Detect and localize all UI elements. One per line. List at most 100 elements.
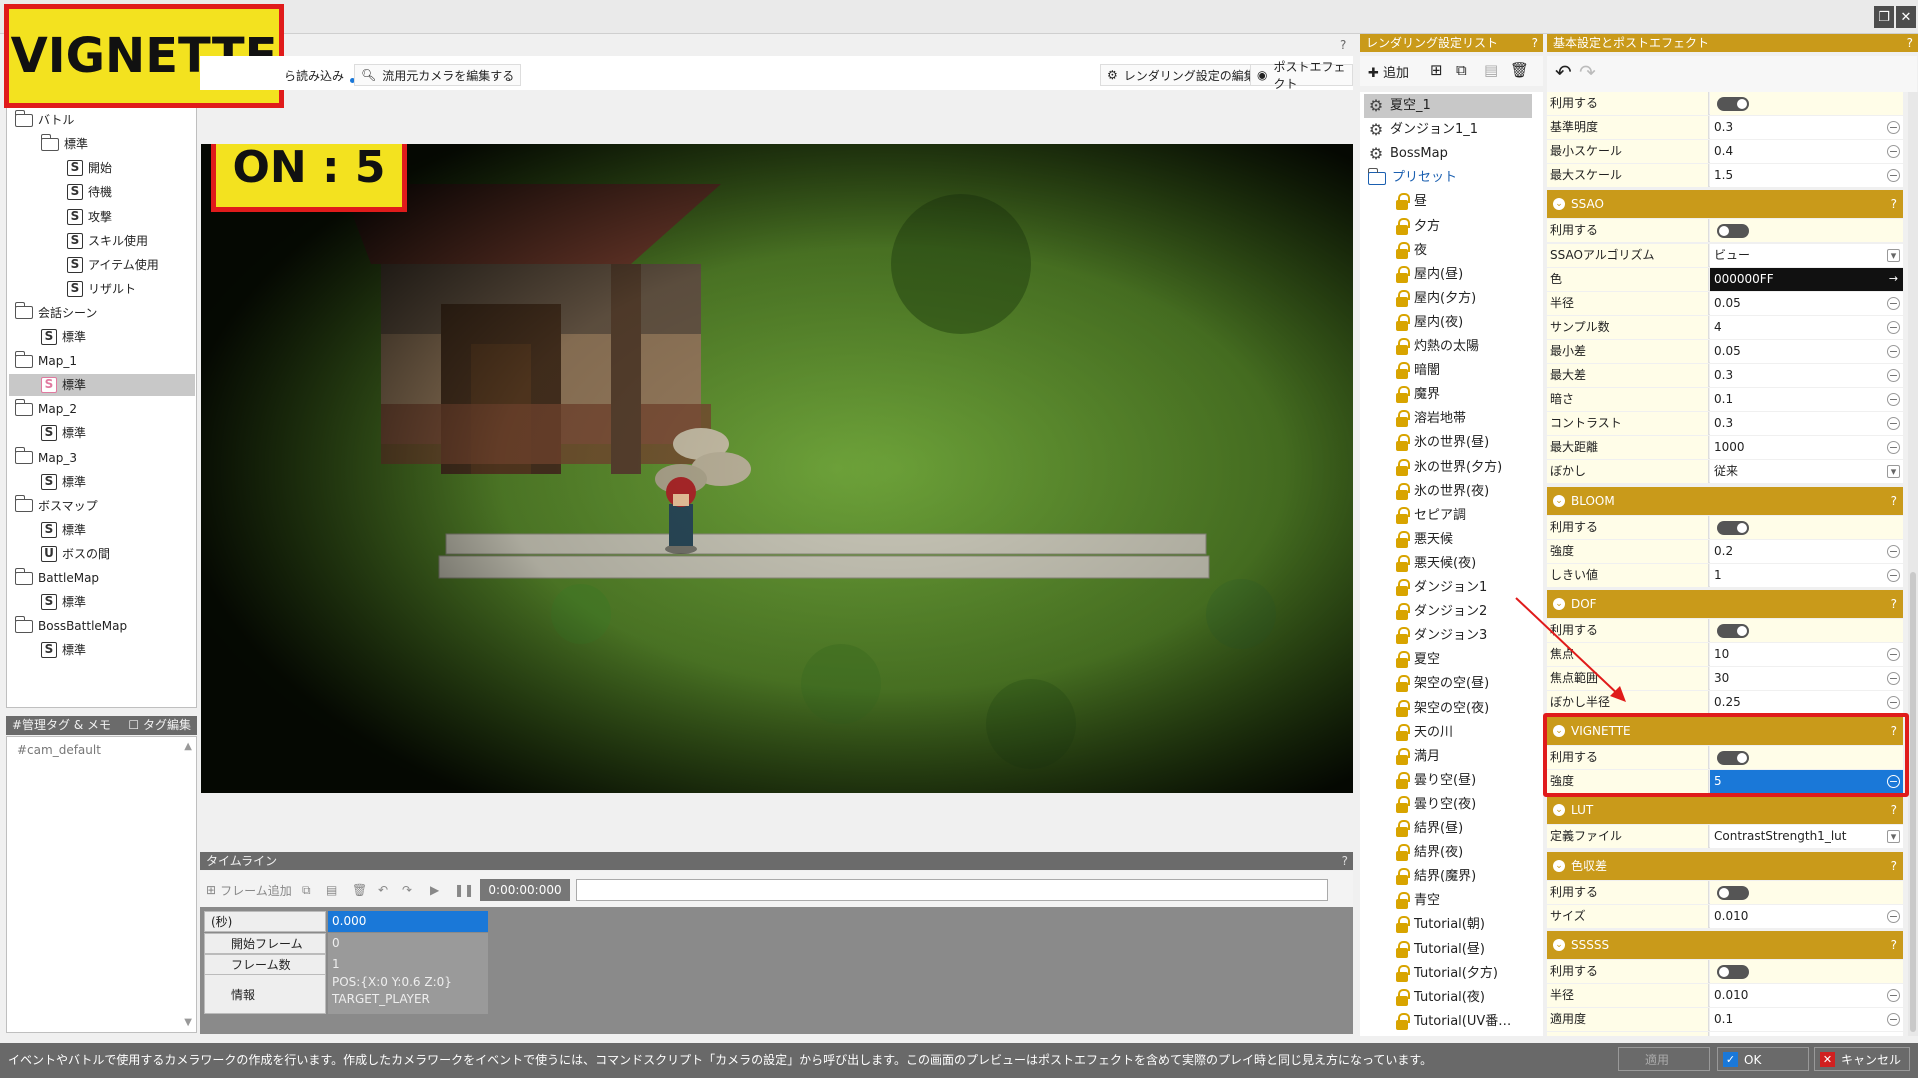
minus-icon[interactable]: −	[1887, 121, 1900, 135]
rendering-item[interactable]: 魔界	[1396, 383, 1440, 407]
rendering-item[interactable]: 溶岩地帯	[1396, 407, 1466, 431]
copy-icon[interactable]: ⧉	[302, 879, 311, 901]
scroll-down-icon[interactable]: ▼	[184, 1017, 192, 1028]
rendering-item[interactable]: 結界(魔界)	[1396, 865, 1476, 889]
close-icon[interactable]: ✕	[1896, 6, 1916, 28]
property-value[interactable]: 4−	[1710, 315, 1903, 339]
toggle-switch[interactable]	[1717, 520, 1749, 535]
minus-icon[interactable]: −	[1887, 393, 1900, 407]
preview-viewport[interactable]: ON : 5	[201, 144, 1353, 793]
tree-node[interactable]: S リザルト	[67, 278, 136, 300]
post-effect-button[interactable]: ◉ ポストエフェクト	[1250, 60, 1353, 91]
minus-icon[interactable]: −	[1887, 647, 1900, 661]
tree-node[interactable]: S 標準	[41, 422, 86, 444]
property-value[interactable]: 10 −	[1710, 642, 1903, 666]
minus-icon[interactable]: −	[1887, 909, 1900, 923]
rendering-item[interactable]: 架空の空(夜)	[1396, 697, 1489, 721]
rendering-item[interactable]: ⚙ BossMap	[1368, 142, 1448, 166]
minus-icon[interactable]: −	[1887, 1012, 1900, 1026]
tree-node[interactable]: 会話シーン	[14, 302, 97, 324]
rendering-item[interactable]: プリセット	[1367, 166, 1457, 190]
undo-icon[interactable]: ↶	[1555, 60, 1572, 84]
timeline-row-value[interactable]: 0	[328, 933, 488, 954]
help-icon[interactable]: ?	[1342, 852, 1348, 870]
rendering-item[interactable]: 灼熱の太陽	[1396, 335, 1479, 359]
minus-icon[interactable]: −	[1887, 441, 1900, 455]
rendering-item[interactable]: 暗闇	[1396, 359, 1440, 383]
property-value[interactable]: 0.010 −	[1710, 983, 1903, 1007]
ok-button[interactable]: ✓ OK	[1717, 1047, 1809, 1071]
property-value[interactable]	[1710, 515, 1903, 539]
rendering-item[interactable]: 夜	[1396, 239, 1427, 263]
rendering-item[interactable]: Tutorial(夕方)	[1396, 962, 1498, 986]
tree-node[interactable]: BattleMap	[14, 567, 99, 589]
property-value[interactable]	[1710, 618, 1903, 642]
rendering-item[interactable]: 曇り空(夜)	[1396, 793, 1476, 817]
property-value[interactable]	[1710, 959, 1903, 983]
restore-icon[interactable]: ❐	[1874, 6, 1894, 28]
new-icon[interactable]: ⊞	[1430, 61, 1443, 79]
copy-icon[interactable]: ⧉	[1456, 61, 1467, 79]
rendering-item[interactable]: 夏空	[1396, 648, 1440, 672]
edit-source-camera-button[interactable]: 🔍︎ 流用元カメラを編集する	[354, 64, 522, 86]
timeline-track[interactable]	[576, 879, 1328, 901]
group-header-ssao[interactable]: ⌄ SSAO?	[1547, 187, 1903, 219]
rendering-item[interactable]: 氷の世界(昼)	[1396, 431, 1489, 455]
rendering-item[interactable]: 満月	[1396, 745, 1440, 769]
property-value[interactable]: 従来 ▾	[1710, 460, 1903, 484]
property-value[interactable]: 000000FF →	[1710, 267, 1903, 291]
property-value[interactable]: 1.5 −	[1710, 164, 1903, 188]
property-value[interactable]: 0.3 −	[1710, 412, 1903, 436]
property-value[interactable]	[1710, 219, 1903, 243]
property-value[interactable]: 4−	[1710, 1032, 1903, 1036]
rendering-item[interactable]: 天の川	[1396, 721, 1453, 745]
play-icon[interactable]: ▶	[430, 879, 439, 901]
tree-node[interactable]: 標準	[40, 133, 88, 155]
cancel-button[interactable]: ✕ キャンセル	[1814, 1047, 1910, 1071]
rendering-item[interactable]: 屋内(夜)	[1396, 311, 1463, 335]
rendering-item[interactable]: 結界(昼)	[1396, 817, 1463, 841]
property-value[interactable]	[1710, 880, 1903, 904]
rendering-item[interactable]: 結界(夜)	[1396, 841, 1463, 865]
timeline-row-value[interactable]: 1	[328, 954, 488, 975]
property-value[interactable]: 0.25 −	[1710, 691, 1903, 715]
tree-node[interactable]: S 標準	[41, 374, 86, 396]
rendering-item[interactable]: 悪天候(夜)	[1396, 552, 1476, 576]
timeline-row[interactable]: 開始フレーム 0	[204, 933, 488, 954]
group-header-sssss[interactable]: ⌄ SSSSS?	[1547, 928, 1903, 959]
tree-node[interactable]: バトル	[14, 109, 74, 131]
help-icon[interactable]: ?	[1891, 487, 1897, 515]
property-value[interactable]: 0.3 −	[1710, 116, 1903, 140]
scroll-up-icon[interactable]: ▲	[184, 741, 192, 752]
minus-icon[interactable]: −	[1887, 344, 1900, 358]
rendering-item[interactable]: 氷の世界(夜)	[1396, 480, 1489, 504]
tree-node[interactable]: U ボスの間	[41, 543, 110, 565]
timeline-row[interactable]: (秒) 0.000	[204, 911, 488, 932]
group-header-lut[interactable]: ⌄ LUT?	[1547, 793, 1903, 825]
group-header-色収差[interactable]: ⌄ 色収差?	[1547, 849, 1903, 880]
tree-node[interactable]: S 標準	[41, 471, 86, 493]
property-value[interactable]: 0.4 −	[1710, 140, 1903, 164]
help-icon[interactable]: ?	[1891, 590, 1897, 618]
property-value[interactable]: 0.1 −	[1710, 1007, 1903, 1031]
property-value[interactable]: 0.3 −	[1710, 364, 1903, 387]
property-value[interactable]: 0.1 −	[1710, 388, 1903, 412]
timeline-row-value[interactable]: 0.000	[328, 911, 488, 932]
rendering-item[interactable]: ダンジョン3	[1396, 624, 1487, 648]
add-frame-button[interactable]: ⊞ フレーム追加	[206, 879, 292, 901]
property-value[interactable]: 1−	[1710, 563, 1903, 587]
property-value[interactable]: ビュー ▾	[1710, 243, 1903, 267]
dropdown-icon[interactable]: ▾	[1887, 465, 1900, 479]
tree-node[interactable]: S 標準	[41, 591, 86, 613]
redo-icon[interactable]: ↷	[1579, 60, 1596, 84]
tree-node[interactable]: S 開始	[67, 157, 112, 179]
help-icon[interactable]: ?	[1891, 190, 1897, 218]
group-header-bloom[interactable]: ⌄ BLOOM?	[1547, 484, 1903, 515]
paste-icon[interactable]: ▤	[1484, 61, 1498, 79]
apply-button[interactable]: 適用	[1618, 1047, 1710, 1071]
minus-icon[interactable]: −	[1887, 988, 1900, 1002]
edit-rendering-button[interactable]: ⚙ レンダリング設定の編集	[1100, 64, 1263, 86]
rendering-item[interactable]: 氷の世界(夕方)	[1396, 456, 1502, 480]
tree-node[interactable]: S スキル使用	[67, 230, 148, 252]
property-value[interactable]: 0.05 −	[1710, 339, 1903, 363]
